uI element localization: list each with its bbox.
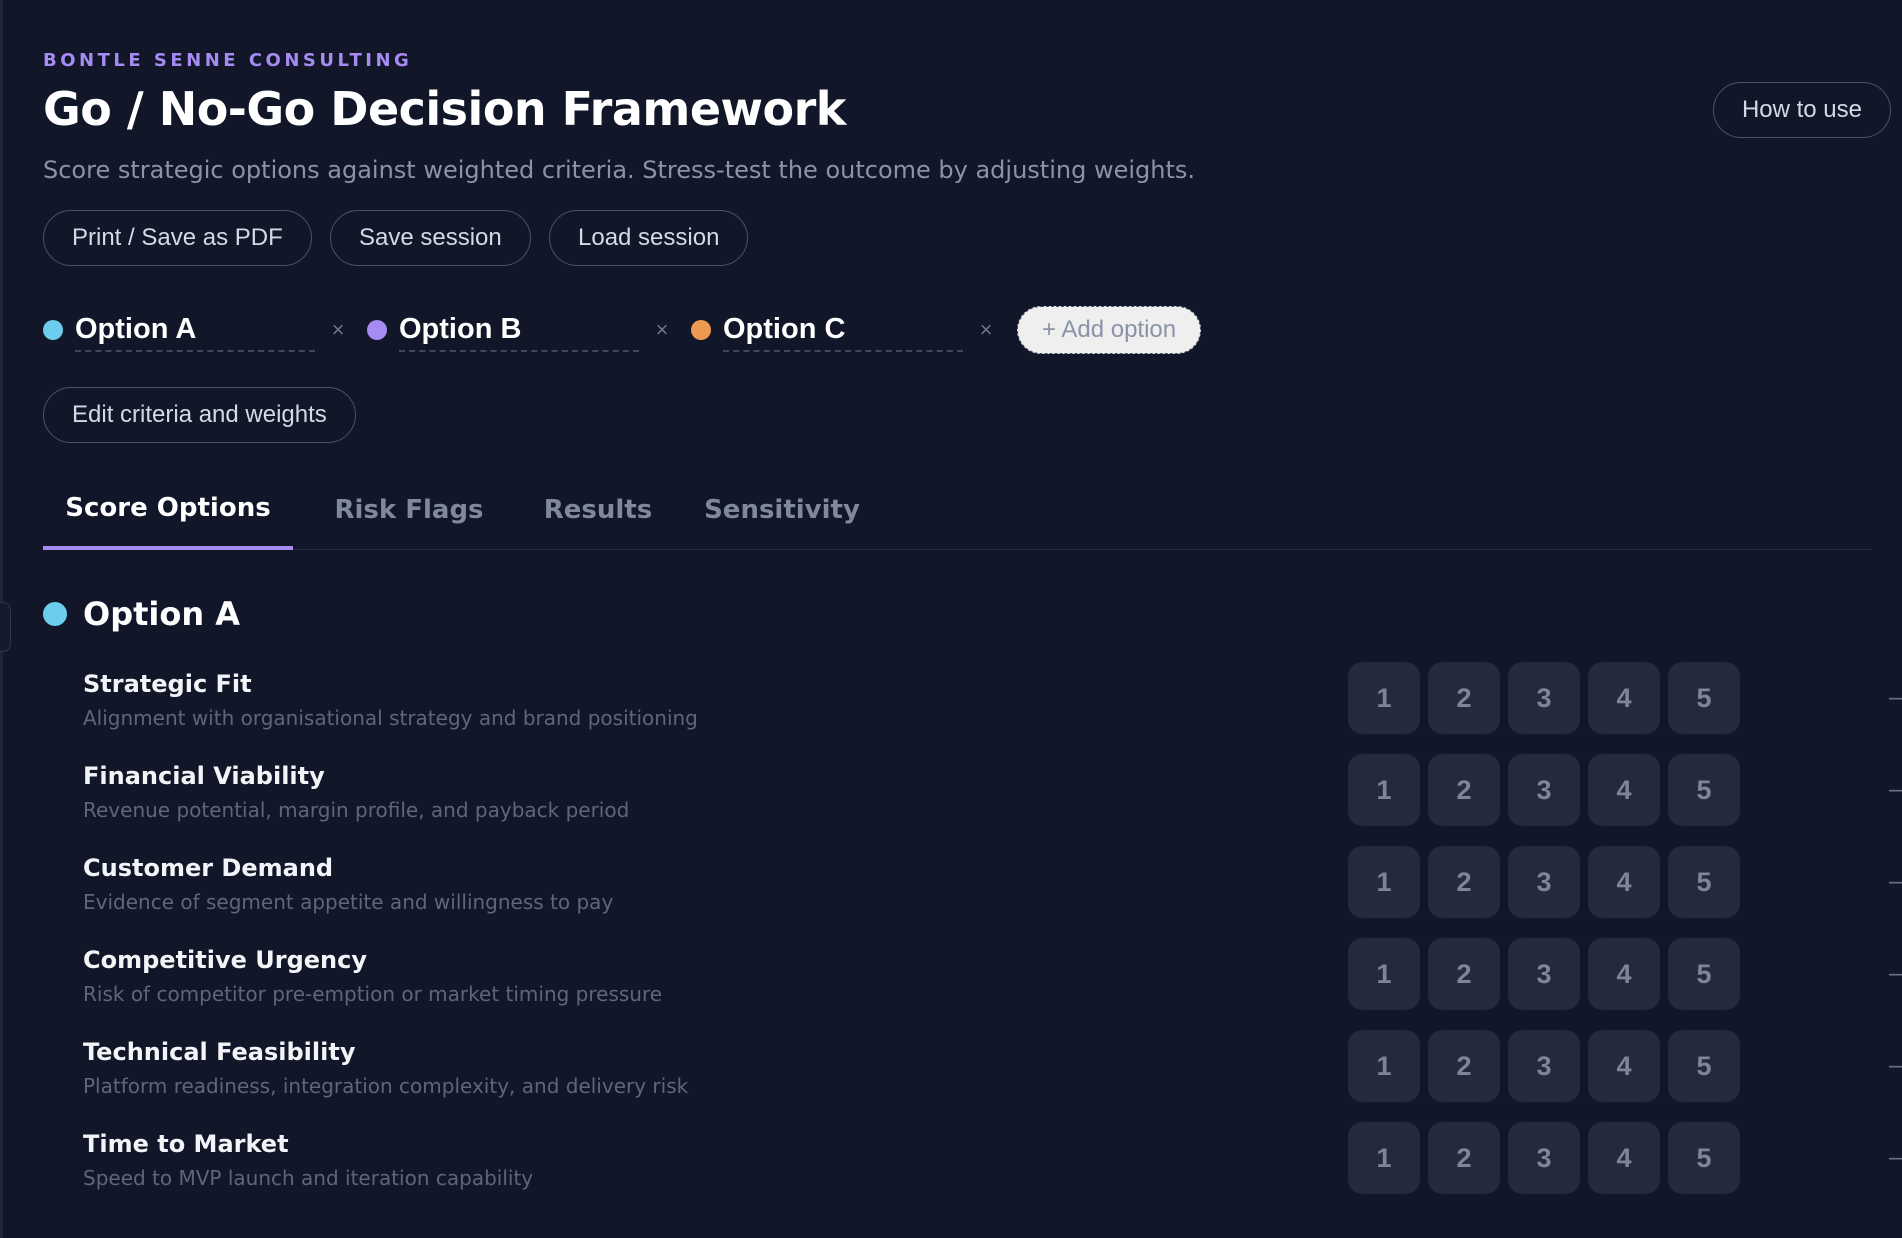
- score-3-button[interactable]: 3: [1508, 846, 1580, 918]
- tab-bar: Score Options Risk Flags Results Sensiti…: [43, 470, 1871, 550]
- score-4-button[interactable]: 4: [1588, 846, 1660, 918]
- edit-criteria-button[interactable]: Edit criteria and weights: [43, 387, 356, 443]
- criterion-row-competitive-urgency: Competitive Urgency Risk of competitor p…: [83, 938, 1902, 1026]
- score-3-button[interactable]: 3: [1508, 754, 1580, 826]
- criterion-row-financial-viability: Financial Viability Revenue potential, m…: [83, 754, 1902, 842]
- score-3-button[interactable]: 3: [1508, 1030, 1580, 1102]
- score-selector: 1 2 3 4 5: [1348, 846, 1740, 918]
- score-2-button[interactable]: 2: [1428, 846, 1500, 918]
- option-a-color-dot: [43, 320, 63, 340]
- criterion-row-technical-feasibility: Technical Feasibility Platform readiness…: [83, 1030, 1902, 1118]
- add-option-button[interactable]: + Add option: [1017, 306, 1202, 354]
- criterion-description: Revenue potential, margin profile, and p…: [83, 798, 630, 822]
- option-chip-b: Option B ×: [367, 308, 671, 352]
- score-3-button[interactable]: 3: [1508, 938, 1580, 1010]
- criterion-row-strategic-fit: Strategic Fit Alignment with organisatio…: [83, 662, 1902, 750]
- score-5-button[interactable]: 5: [1668, 662, 1740, 734]
- score-selector: 1 2 3 4 5: [1348, 1122, 1740, 1194]
- score-1-button[interactable]: 1: [1348, 938, 1420, 1010]
- page-subtitle: Score strategic options against weighted…: [43, 156, 1195, 184]
- score-5-button[interactable]: 5: [1668, 1122, 1740, 1194]
- criterion-row-customer-demand: Customer Demand Evidence of segment appe…: [83, 846, 1902, 934]
- score-3-button[interactable]: 3: [1508, 662, 1580, 734]
- current-score: —: [1888, 1054, 1902, 1079]
- page-title: Go / No-Go Decision Framework: [43, 82, 846, 136]
- score-selector: 1 2 3 4 5: [1348, 754, 1740, 826]
- score-1-button[interactable]: 1: [1348, 1122, 1420, 1194]
- score-5-button[interactable]: 5: [1668, 846, 1740, 918]
- score-5-button[interactable]: 5: [1668, 1030, 1740, 1102]
- load-session-button[interactable]: Load session: [549, 210, 749, 266]
- criterion-description: Risk of competitor pre-emption or market…: [83, 982, 663, 1006]
- score-4-button[interactable]: 4: [1588, 938, 1660, 1010]
- score-1-button[interactable]: 1: [1348, 1030, 1420, 1102]
- option-b-color-dot: [367, 320, 387, 340]
- option-a-name-input[interactable]: Option A: [75, 308, 315, 352]
- option-b-name-input[interactable]: Option B: [399, 308, 639, 352]
- score-3-button[interactable]: 3: [1508, 1122, 1580, 1194]
- score-selector: 1 2 3 4 5: [1348, 662, 1740, 734]
- tab-score-options[interactable]: Score Options: [43, 470, 293, 550]
- side-panel-handle[interactable]: [0, 602, 11, 652]
- section-title: Option A: [83, 595, 241, 633]
- score-1-button[interactable]: 1: [1348, 662, 1420, 734]
- current-score: —: [1888, 870, 1902, 895]
- score-4-button[interactable]: 4: [1588, 1030, 1660, 1102]
- score-1-button[interactable]: 1: [1348, 846, 1420, 918]
- tab-risk-flags[interactable]: Risk Flags: [323, 470, 495, 550]
- print-save-pdf-button[interactable]: Print / Save as PDF: [43, 210, 312, 266]
- criterion-name: Technical Feasibility: [83, 1038, 356, 1066]
- score-2-button[interactable]: 2: [1428, 754, 1500, 826]
- current-score: —: [1888, 1146, 1902, 1171]
- score-5-button[interactable]: 5: [1668, 754, 1740, 826]
- criterion-description: Speed to MVP launch and iteration capabi…: [83, 1166, 534, 1190]
- remove-option-a-icon[interactable]: ×: [329, 317, 347, 343]
- criterion-description: Evidence of segment appetite and willing…: [83, 890, 614, 914]
- criterion-description: Platform readiness, integration complexi…: [83, 1074, 689, 1098]
- how-to-use-button[interactable]: How to use: [1712, 82, 1891, 138]
- score-2-button[interactable]: 2: [1428, 938, 1500, 1010]
- score-selector: 1 2 3 4 5: [1348, 1030, 1740, 1102]
- option-chip-a: Option A ×: [43, 308, 347, 352]
- criterion-name: Strategic Fit: [83, 670, 252, 698]
- section-color-dot: [43, 602, 67, 626]
- option-chip-c: Option C ×: [691, 308, 995, 352]
- score-selector: 1 2 3 4 5: [1348, 938, 1740, 1010]
- criterion-name: Time to Market: [83, 1130, 289, 1158]
- tab-sensitivity[interactable]: Sensitivity: [697, 470, 867, 550]
- score-5-button[interactable]: 5: [1668, 938, 1740, 1010]
- option-c-name-input[interactable]: Option C: [723, 308, 963, 352]
- remove-option-c-icon[interactable]: ×: [977, 317, 995, 343]
- criterion-description: Alignment with organisational strategy a…: [83, 706, 698, 730]
- score-2-button[interactable]: 2: [1428, 1122, 1500, 1194]
- score-4-button[interactable]: 4: [1588, 1122, 1660, 1194]
- score-4-button[interactable]: 4: [1588, 754, 1660, 826]
- score-4-button[interactable]: 4: [1588, 662, 1660, 734]
- criterion-name: Competitive Urgency: [83, 946, 367, 974]
- current-score: —: [1888, 778, 1902, 803]
- company-name: BONTLE SENNE CONSULTING: [43, 50, 413, 71]
- criterion-row-time-to-market: Time to Market Speed to MVP launch and i…: [83, 1122, 1902, 1210]
- score-2-button[interactable]: 2: [1428, 1030, 1500, 1102]
- score-2-button[interactable]: 2: [1428, 662, 1500, 734]
- option-section-header: Option A: [43, 592, 240, 636]
- criterion-name: Customer Demand: [83, 854, 334, 882]
- save-session-button[interactable]: Save session: [330, 210, 531, 266]
- option-c-color-dot: [691, 320, 711, 340]
- tab-results[interactable]: Results: [531, 470, 665, 550]
- remove-option-b-icon[interactable]: ×: [653, 317, 671, 343]
- criterion-name: Financial Viability: [83, 762, 325, 790]
- score-1-button[interactable]: 1: [1348, 754, 1420, 826]
- current-score: —: [1888, 962, 1902, 987]
- current-score: —: [1888, 686, 1902, 711]
